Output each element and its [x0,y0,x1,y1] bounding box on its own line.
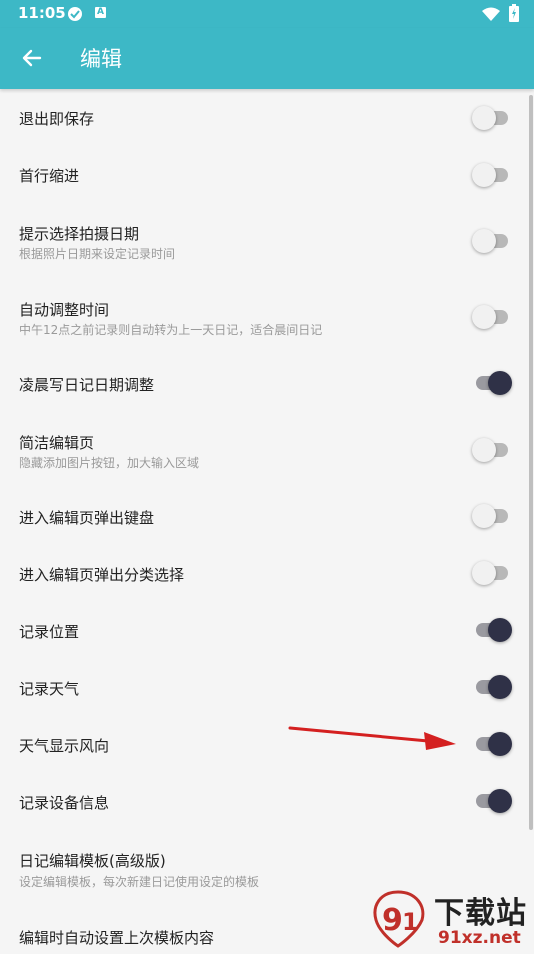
toggle-switch[interactable] [472,436,512,464]
setting-row[interactable]: 记录位置 [0,602,534,659]
setting-row[interactable]: 自动调整时间 中午12点之前记录则自动转为上一天日记，适合晨间日记 [0,279,534,355]
page-title: 编辑 [80,47,122,71]
setting-title: 提示选择拍摄日期 [19,225,140,243]
svg-text:9: 9 [382,903,403,938]
setting-title: 记录位置 [19,623,80,641]
setting-title: 记录天气 [19,680,80,698]
arrow-left-icon[interactable] [18,44,46,72]
setting-row[interactable]: 退出即保存 [0,89,534,146]
setting-row[interactable]: 进入编辑页弹出分类选择 [0,545,534,602]
setting-title: 首行缩进 [19,167,80,185]
setting-title: 记录设备信息 [19,794,110,812]
toggle-switch[interactable] [472,730,512,758]
setting-title: 日记编辑模板(高级版) [19,852,166,870]
toggle-switch[interactable] [472,161,512,189]
toggle-switch[interactable] [472,787,512,815]
toggle-switch[interactable] [472,559,512,587]
setting-subtitle: 隐藏添加图片按钮，加大输入区域 [19,456,200,470]
toggle-switch[interactable] [472,673,512,701]
setting-row[interactable]: 记录天气 [0,659,534,716]
toggle-switch[interactable] [472,303,512,331]
watermark-logo-icon: 9 1 [368,888,430,950]
setting-row[interactable]: 首行缩进 [0,146,534,203]
setting-title: 天气显示风向 [19,737,110,755]
setting-subtitle: 设定编辑模板，每次新建日记使用设定的模板 [19,875,260,889]
status-time: 11:05 [18,4,66,22]
toggle-switch[interactable] [472,227,512,255]
watermark-text: 下载站 [434,896,527,931]
status-bar: 11:05 A [0,0,534,28]
scrollbar[interactable] [529,95,533,830]
setting-subtitle: 中午12点之前记录则自动转为上一天日记，适合晨间日记 [19,323,323,337]
setting-row[interactable]: 进入编辑页弹出键盘 [0,488,534,545]
svg-text:1: 1 [402,908,419,936]
watermark-url: 91xz.net [438,928,521,948]
toggle-switch[interactable] [472,502,512,530]
setting-subtitle: 根据照片日期来设定记录时间 [19,247,176,261]
setting-row[interactable]: 简洁编辑页 隐藏添加图片按钮，加大输入区域 [0,412,534,488]
toggle-switch[interactable] [472,616,512,644]
setting-title: 退出即保存 [19,110,95,128]
setting-row[interactable]: 凌晨写日记日期调整 [0,355,534,412]
setting-title: 进入编辑页弹出键盘 [19,509,155,527]
red-arrow-annotation [288,722,460,756]
tick-circle-icon [67,6,83,26]
setting-row[interactable]: 提示选择拍摄日期 根据照片日期来设定记录时间 [0,203,534,279]
watermark: 9 1 下载站 91xz.net [368,888,534,950]
setting-title: 自动调整时间 [19,301,110,319]
setting-title: 简洁编辑页 [19,434,95,452]
a-badge-icon: A [95,7,106,18]
setting-title: 编辑时自动设置上次模板内容 [19,929,215,947]
battery-icon [509,4,519,26]
setting-title: 进入编辑页弹出分类选择 [19,566,185,584]
toggle-switch[interactable] [472,369,512,397]
app-bar: 编辑 [0,28,534,89]
wifi-icon [482,6,500,25]
toggle-switch[interactable] [472,104,512,132]
setting-row[interactable]: 记录设备信息 [0,773,534,830]
setting-title: 凌晨写日记日期调整 [19,376,155,394]
